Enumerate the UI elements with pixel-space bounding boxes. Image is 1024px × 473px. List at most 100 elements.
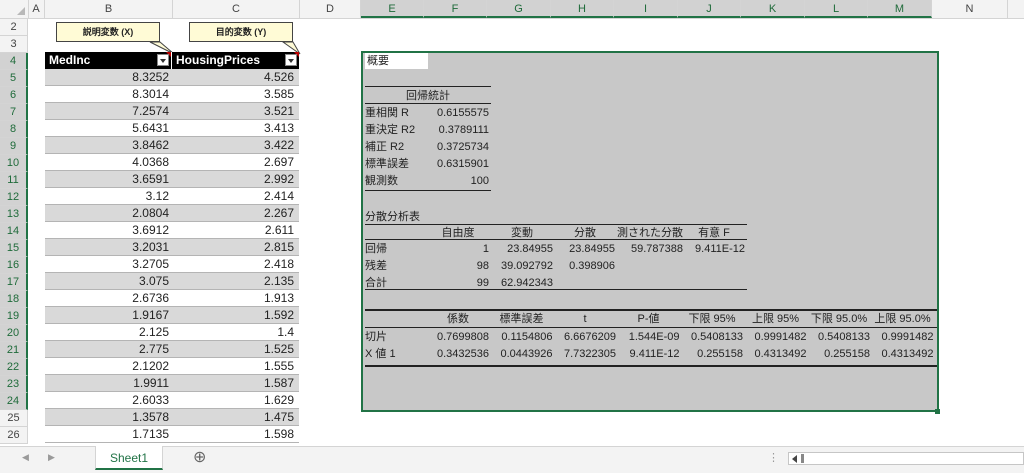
select-all-corner[interactable]: [0, 0, 29, 18]
column-header-a[interactable]: A: [28, 0, 45, 18]
medinc-cell[interactable]: 3.12: [45, 188, 173, 205]
medinc-cell[interactable]: 3.075: [45, 273, 173, 290]
table-row[interactable]: 3.6912 2.611: [45, 222, 299, 239]
column-header-l[interactable]: L: [805, 0, 868, 18]
housingprices-cell[interactable]: 1.525: [172, 341, 298, 358]
medinc-cell[interactable]: 3.6591: [45, 171, 173, 188]
medinc-cell[interactable]: 2.775: [45, 341, 173, 358]
row-header-6[interactable]: 6: [0, 87, 28, 104]
housingprices-cell[interactable]: 2.992: [172, 171, 298, 188]
row-header-9[interactable]: 9: [0, 138, 28, 155]
table-row[interactable]: 3.12 2.414: [45, 188, 299, 205]
table-row[interactable]: 2.1202 1.555: [45, 358, 299, 375]
column-header-d[interactable]: D: [300, 0, 361, 18]
table-row[interactable]: 7.2574 3.521: [45, 103, 299, 120]
housingprices-cell[interactable]: 2.418: [172, 256, 298, 273]
prev-sheet-arrow-icon[interactable]: ◀: [22, 452, 29, 463]
medinc-cell[interactable]: 3.2705: [45, 256, 173, 273]
splitter-dots-icon[interactable]: ⋮: [768, 451, 779, 464]
table-row[interactable]: 2.6736 1.913: [45, 290, 299, 307]
medinc-cell[interactable]: 8.3014: [45, 86, 173, 103]
medinc-cell[interactable]: 1.9167: [45, 307, 173, 324]
table-row[interactable]: 5.6431 3.413: [45, 120, 299, 137]
row-header-15[interactable]: 15: [0, 240, 28, 257]
column-header-i[interactable]: I: [614, 0, 678, 18]
next-sheet-arrow-icon[interactable]: ▶: [48, 452, 55, 463]
column-header-m[interactable]: M: [868, 0, 932, 18]
row-header-4[interactable]: 4: [0, 53, 28, 70]
row-header-22[interactable]: 22: [0, 359, 28, 376]
medinc-cell[interactable]: 3.2031: [45, 239, 173, 256]
medinc-cell[interactable]: 4.0368: [45, 154, 173, 171]
housingprices-cell[interactable]: 2.697: [172, 154, 298, 171]
housingprices-cell[interactable]: 2.815: [172, 239, 298, 256]
filter-dropdown-icon[interactable]: [285, 54, 297, 66]
housingprices-cell[interactable]: 2.414: [172, 188, 298, 205]
row-header-19[interactable]: 19: [0, 308, 28, 325]
table-row[interactable]: 8.3014 3.585: [45, 86, 299, 103]
housingprices-cell[interactable]: 1.475: [172, 409, 298, 426]
row-header-20[interactable]: 20: [0, 325, 28, 342]
add-sheet-icon[interactable]: ⊕: [193, 449, 206, 467]
column-header-e[interactable]: E: [361, 0, 424, 18]
table-row[interactable]: 4.0368 2.697: [45, 154, 299, 171]
row-header-26[interactable]: 26: [0, 427, 28, 444]
housingprices-cell[interactable]: 3.413: [172, 120, 298, 137]
row-header-3[interactable]: 3: [0, 36, 28, 53]
row-header-16[interactable]: 16: [0, 257, 28, 274]
column-header-c[interactable]: C: [173, 0, 300, 18]
table-row[interactable]: 3.6591 2.992: [45, 171, 299, 188]
filter-dropdown-icon[interactable]: [157, 54, 169, 66]
row-header-13[interactable]: 13: [0, 206, 28, 223]
table-row[interactable]: 1.3578 1.475: [45, 409, 299, 426]
column-header-f[interactable]: F: [424, 0, 487, 18]
medinc-cell[interactable]: 2.1202: [45, 358, 173, 375]
row-header-2[interactable]: 2: [0, 19, 28, 36]
row-header-17[interactable]: 17: [0, 274, 28, 291]
row-header-18[interactable]: 18: [0, 291, 28, 308]
column-header-g[interactable]: G: [487, 0, 551, 18]
housingprices-cell[interactable]: 1.913: [172, 290, 298, 307]
housingprices-cell[interactable]: 2.135: [172, 273, 298, 290]
medinc-cell[interactable]: 7.2574: [45, 103, 173, 120]
row-header-24[interactable]: 24: [0, 393, 28, 410]
housingprices-cell[interactable]: 1.555: [172, 358, 298, 375]
medinc-cell[interactable]: 2.6033: [45, 392, 173, 409]
medinc-cell[interactable]: 3.8462: [45, 137, 173, 154]
housingprices-cell[interactable]: 1.4: [172, 324, 298, 341]
table-row[interactable]: 3.2031 2.815: [45, 239, 299, 256]
table-row[interactable]: 2.6033 1.629: [45, 392, 299, 409]
sheet-tab-sheet1[interactable]: Sheet1: [95, 446, 163, 470]
housingprices-cell[interactable]: 4.526: [172, 69, 298, 86]
housingprices-cell[interactable]: 1.629: [172, 392, 298, 409]
table-row[interactable]: 1.9911 1.587: [45, 375, 299, 392]
medinc-cell[interactable]: 8.3252: [45, 69, 173, 86]
scroll-left-arrow-icon[interactable]: [792, 455, 797, 463]
housingprices-cell[interactable]: 2.267: [172, 205, 298, 222]
housingprices-cell[interactable]: 1.598: [172, 426, 298, 443]
housingprices-cell[interactable]: 1.592: [172, 307, 298, 324]
table-header-housingprices[interactable]: HousingPrices: [172, 52, 299, 69]
table-row[interactable]: 2.125 1.4: [45, 324, 299, 341]
horizontal-scrollbar[interactable]: [788, 452, 1024, 465]
column-header-j[interactable]: J: [678, 0, 741, 18]
medinc-cell[interactable]: 2.125: [45, 324, 173, 341]
table-row[interactable]: 3.8462 3.422: [45, 137, 299, 154]
housingprices-cell[interactable]: 2.611: [172, 222, 298, 239]
column-header-h[interactable]: H: [551, 0, 614, 18]
table-row[interactable]: 2.0804 2.267: [45, 205, 299, 222]
medinc-cell[interactable]: 2.6736: [45, 290, 173, 307]
row-header-8[interactable]: 8: [0, 121, 28, 138]
medinc-cell[interactable]: 2.0804: [45, 205, 173, 222]
table-header-medinc[interactable]: MedInc: [45, 52, 172, 69]
row-header-23[interactable]: 23: [0, 376, 28, 393]
column-header-b[interactable]: B: [45, 0, 173, 18]
selection-fill-handle[interactable]: [935, 409, 940, 414]
row-header-25[interactable]: 25: [0, 410, 28, 427]
row-header-10[interactable]: 10: [0, 155, 28, 172]
row-header-11[interactable]: 11: [0, 172, 28, 189]
table-row[interactable]: 3.2705 2.418: [45, 256, 299, 273]
medinc-cell[interactable]: 1.7135: [45, 426, 173, 443]
column-header-n[interactable]: N: [932, 0, 1008, 18]
column-header-k[interactable]: K: [741, 0, 805, 18]
